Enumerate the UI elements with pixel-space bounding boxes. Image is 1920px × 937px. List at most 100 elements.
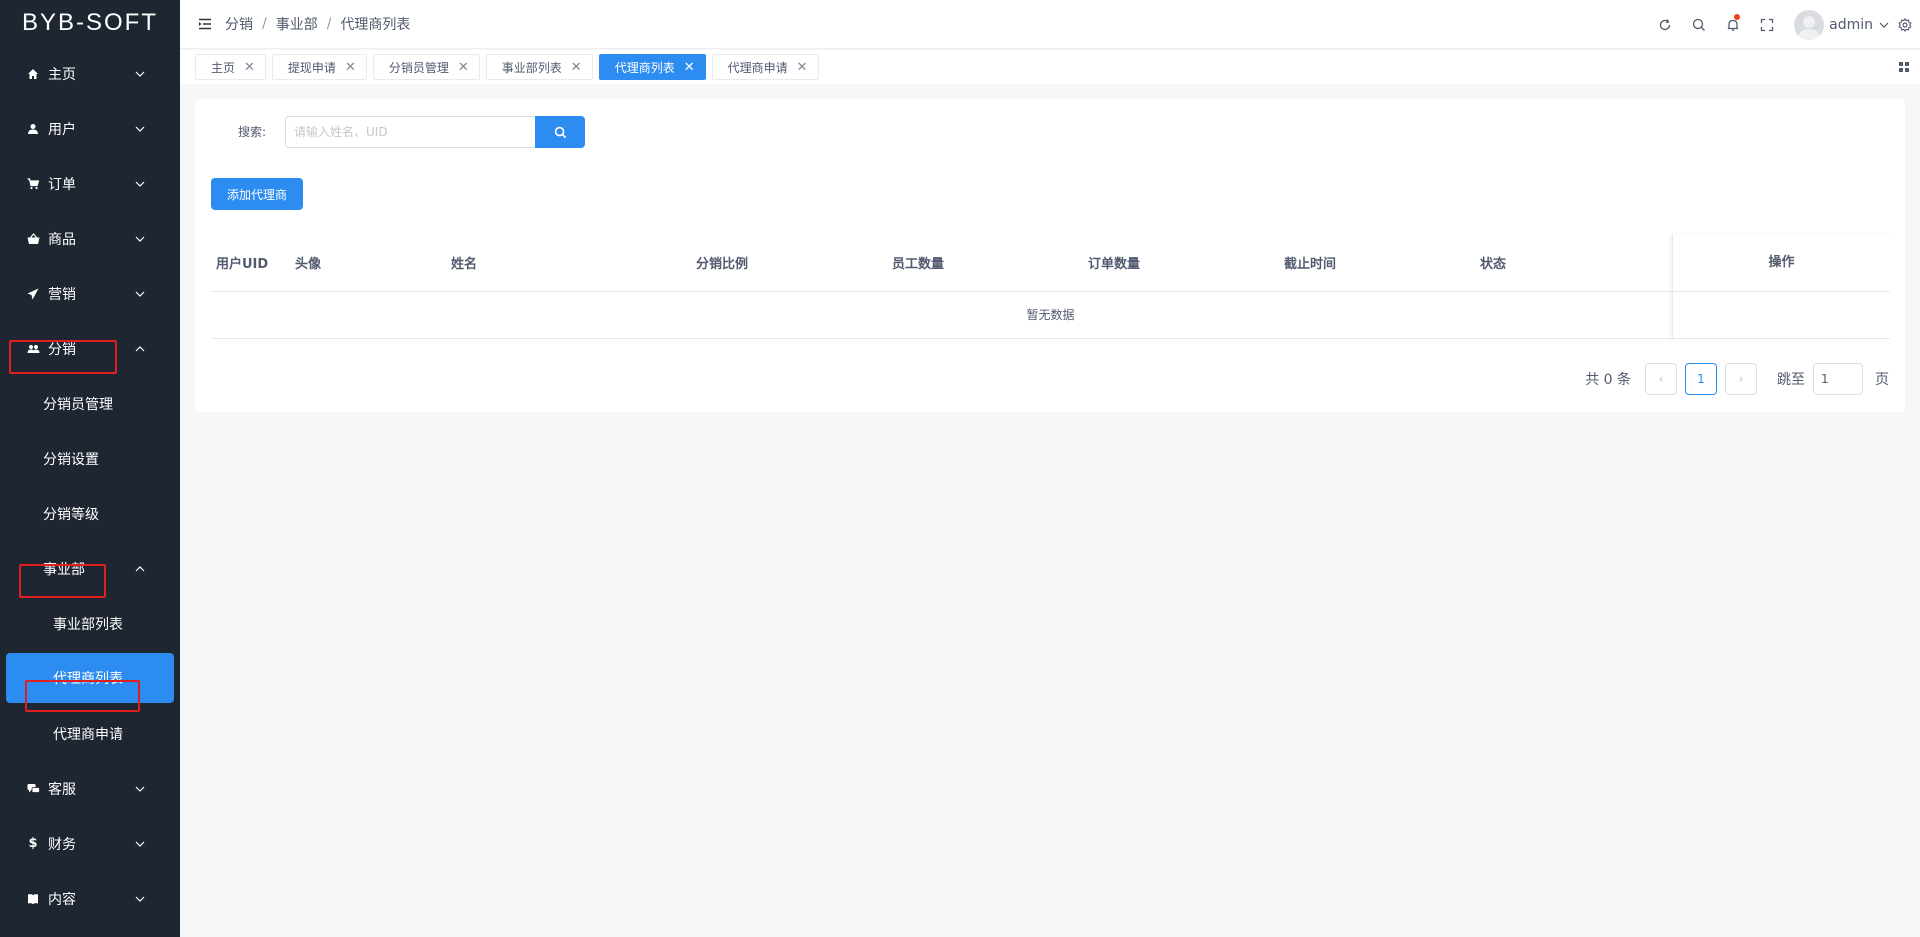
agent-list-card: 搜索: 添加代理商 用户UID 头像 姓名 分销比例 员工数量 订单数量 截止时…: [195, 99, 1905, 412]
sidebar-item-label: 订单: [48, 176, 76, 193]
breadcrumb-item: 代理商列表: [340, 17, 411, 33]
app-logo: BYB-SOFT: [21, 9, 158, 36]
sidebar-item-label: 内容: [48, 891, 76, 908]
close-icon[interactable]: ✕: [244, 60, 255, 75]
sidebar-item-order[interactable]: 订单: [0, 156, 180, 211]
table-empty-text: 暂无数据: [211, 292, 1890, 339]
fixed-actions-column: 操作: [1672, 234, 1890, 338]
search-input[interactable]: [285, 116, 535, 148]
column-header-avatar: 头像: [295, 257, 322, 272]
sidebar-item-label: 主页: [48, 66, 76, 83]
tab-label: 代理商申请: [727, 60, 788, 75]
user-icon: [26, 122, 40, 136]
chevron-down-icon: [135, 291, 145, 297]
dollar-icon: $: [28, 836, 38, 851]
sidebar-item-finance[interactable]: $ 财务: [0, 816, 180, 871]
page-number-button[interactable]: 1: [1685, 363, 1717, 395]
chevron-down-icon: [135, 71, 145, 77]
search-label: 搜索:: [238, 125, 267, 139]
column-header-order-count: 订单数量: [1088, 257, 1141, 272]
tab-agent-list[interactable]: 代理商列表 ✕: [598, 54, 706, 80]
sidebar-subitem-distributor-management[interactable]: 分销员管理: [0, 376, 180, 431]
prev-page-button[interactable]: ‹: [1645, 363, 1677, 395]
username[interactable]: admin: [1829, 17, 1873, 33]
tab-label: 分销员管理: [388, 60, 449, 75]
tab-distributor-management[interactable]: 分销员管理 ✕: [372, 54, 480, 80]
sidebar-item-division[interactable]: 事业部: [0, 541, 180, 596]
bell-icon[interactable]: [1716, 0, 1750, 49]
column-header-staff-count: 员工数量: [892, 257, 945, 272]
sidebar-item-marketing[interactable]: 营销: [0, 266, 180, 321]
close-icon[interactable]: ✕: [797, 60, 808, 75]
group-icon: [26, 342, 40, 356]
sidebar-item-home[interactable]: 主页: [0, 46, 180, 101]
add-agent-button[interactable]: 添加代理商: [211, 178, 303, 210]
sidebar-item-label: 营销: [48, 286, 76, 303]
next-page-button[interactable]: ›: [1725, 363, 1757, 395]
sidebar-subitem-distribution-levels[interactable]: 分销等级: [0, 486, 180, 541]
sidebar-subitem-distribution-settings[interactable]: 分销设置: [0, 431, 180, 486]
sidebar-item-user[interactable]: 用户: [0, 101, 180, 156]
sidebar-item-label: 商品: [48, 231, 76, 248]
column-header-uid: 用户UID: [216, 257, 269, 272]
breadcrumb: 分销 / 事业部 / 代理商列表: [225, 14, 410, 34]
chevron-down-icon[interactable]: [1878, 19, 1890, 31]
menu-toggle-icon[interactable]: [197, 16, 213, 32]
tab-agent-application[interactable]: 代理商申请 ✕: [711, 54, 819, 80]
settings-icon[interactable]: [1890, 0, 1920, 49]
chat-icon: [26, 782, 40, 796]
chevron-down-icon: [135, 841, 145, 847]
column-header-ratio: 分销比例: [696, 257, 749, 272]
tab-bar: 主页 ✕ 提现申请 ✕ 分销员管理 ✕ 事业部列表 ✕ 代理商列表 ✕ 代理商申请 ✕: [180, 50, 1920, 84]
sidebar-subitem-agent-list[interactable]: 代理商列表: [6, 653, 174, 703]
close-icon[interactable]: ✕: [345, 60, 356, 75]
page-suffix: 页: [1875, 372, 1889, 388]
refresh-icon[interactable]: [1648, 0, 1682, 49]
breadcrumb-item[interactable]: 事业部: [276, 14, 318, 34]
chevron-down-icon: [135, 786, 145, 792]
book-icon: [26, 892, 40, 906]
search-icon[interactable]: [1682, 0, 1716, 49]
tab-label: 事业部列表: [501, 60, 562, 75]
close-icon[interactable]: ✕: [684, 60, 695, 75]
tab-division-list[interactable]: 事业部列表 ✕: [485, 54, 593, 80]
total-count: 共 0 条: [1585, 372, 1631, 388]
chevron-down-icon: [135, 126, 145, 132]
chevron-down-icon: [135, 236, 145, 242]
grid-menu-icon[interactable]: [1896, 59, 1912, 75]
tab-label: 代理商列表: [614, 60, 675, 75]
sidebar-item-content[interactable]: 内容: [0, 871, 180, 926]
chevron-down-icon: [135, 896, 145, 902]
sidebar-subitem-agent-application[interactable]: 代理商申请: [0, 706, 180, 761]
tab-label: 提现申请: [287, 60, 336, 75]
close-icon[interactable]: ✕: [458, 60, 469, 75]
pagination: 共 0 条 ‹ 1 › 跳至 页: [1585, 363, 1889, 395]
column-header-name: 姓名: [451, 257, 478, 272]
tab-withdraw-requests[interactable]: 提现申请 ✕: [271, 54, 367, 80]
search-icon: [554, 126, 566, 138]
table-header: 用户UID 头像 姓名 分销比例 员工数量 订单数量 截止时间 状态: [211, 238, 1890, 292]
avatar[interactable]: [1794, 9, 1825, 40]
breadcrumb-separator: /: [262, 16, 267, 32]
home-icon: [26, 67, 40, 81]
jump-page-input[interactable]: [1813, 363, 1863, 395]
sidebar-item-label: 财务: [48, 836, 76, 853]
sidebar-item-customer-service[interactable]: 客服: [0, 761, 180, 816]
sidebar-item-label: 分销: [48, 341, 76, 358]
fullscreen-icon[interactable]: [1750, 0, 1784, 49]
breadcrumb-item[interactable]: 分销: [225, 14, 253, 34]
jump-label: 跳至: [1777, 372, 1805, 388]
sidebar-item-label: 客服: [48, 781, 76, 798]
search-button[interactable]: [535, 116, 585, 148]
column-header-actions: 操作: [1673, 234, 1890, 292]
tab-home[interactable]: 主页 ✕: [195, 54, 266, 80]
column-header-deadline: 截止时间: [1284, 257, 1337, 272]
sidebar-subitem-division-list[interactable]: 事业部列表: [0, 596, 180, 651]
sidebar-item-label: 用户: [48, 121, 76, 138]
top-header: 分销 / 事业部 / 代理商列表 admin: [180, 0, 1920, 49]
header-actions: admin: [1648, 0, 1920, 49]
sidebar-item-distribution[interactable]: 分销: [0, 321, 180, 376]
sidebar-item-product[interactable]: 商品: [0, 211, 180, 266]
close-icon[interactable]: ✕: [571, 60, 582, 75]
sidebar: BYB-SOFT 主页 用户 订单 商品 营销 分销 分销员管理 分销设置 分销…: [0, 0, 180, 937]
